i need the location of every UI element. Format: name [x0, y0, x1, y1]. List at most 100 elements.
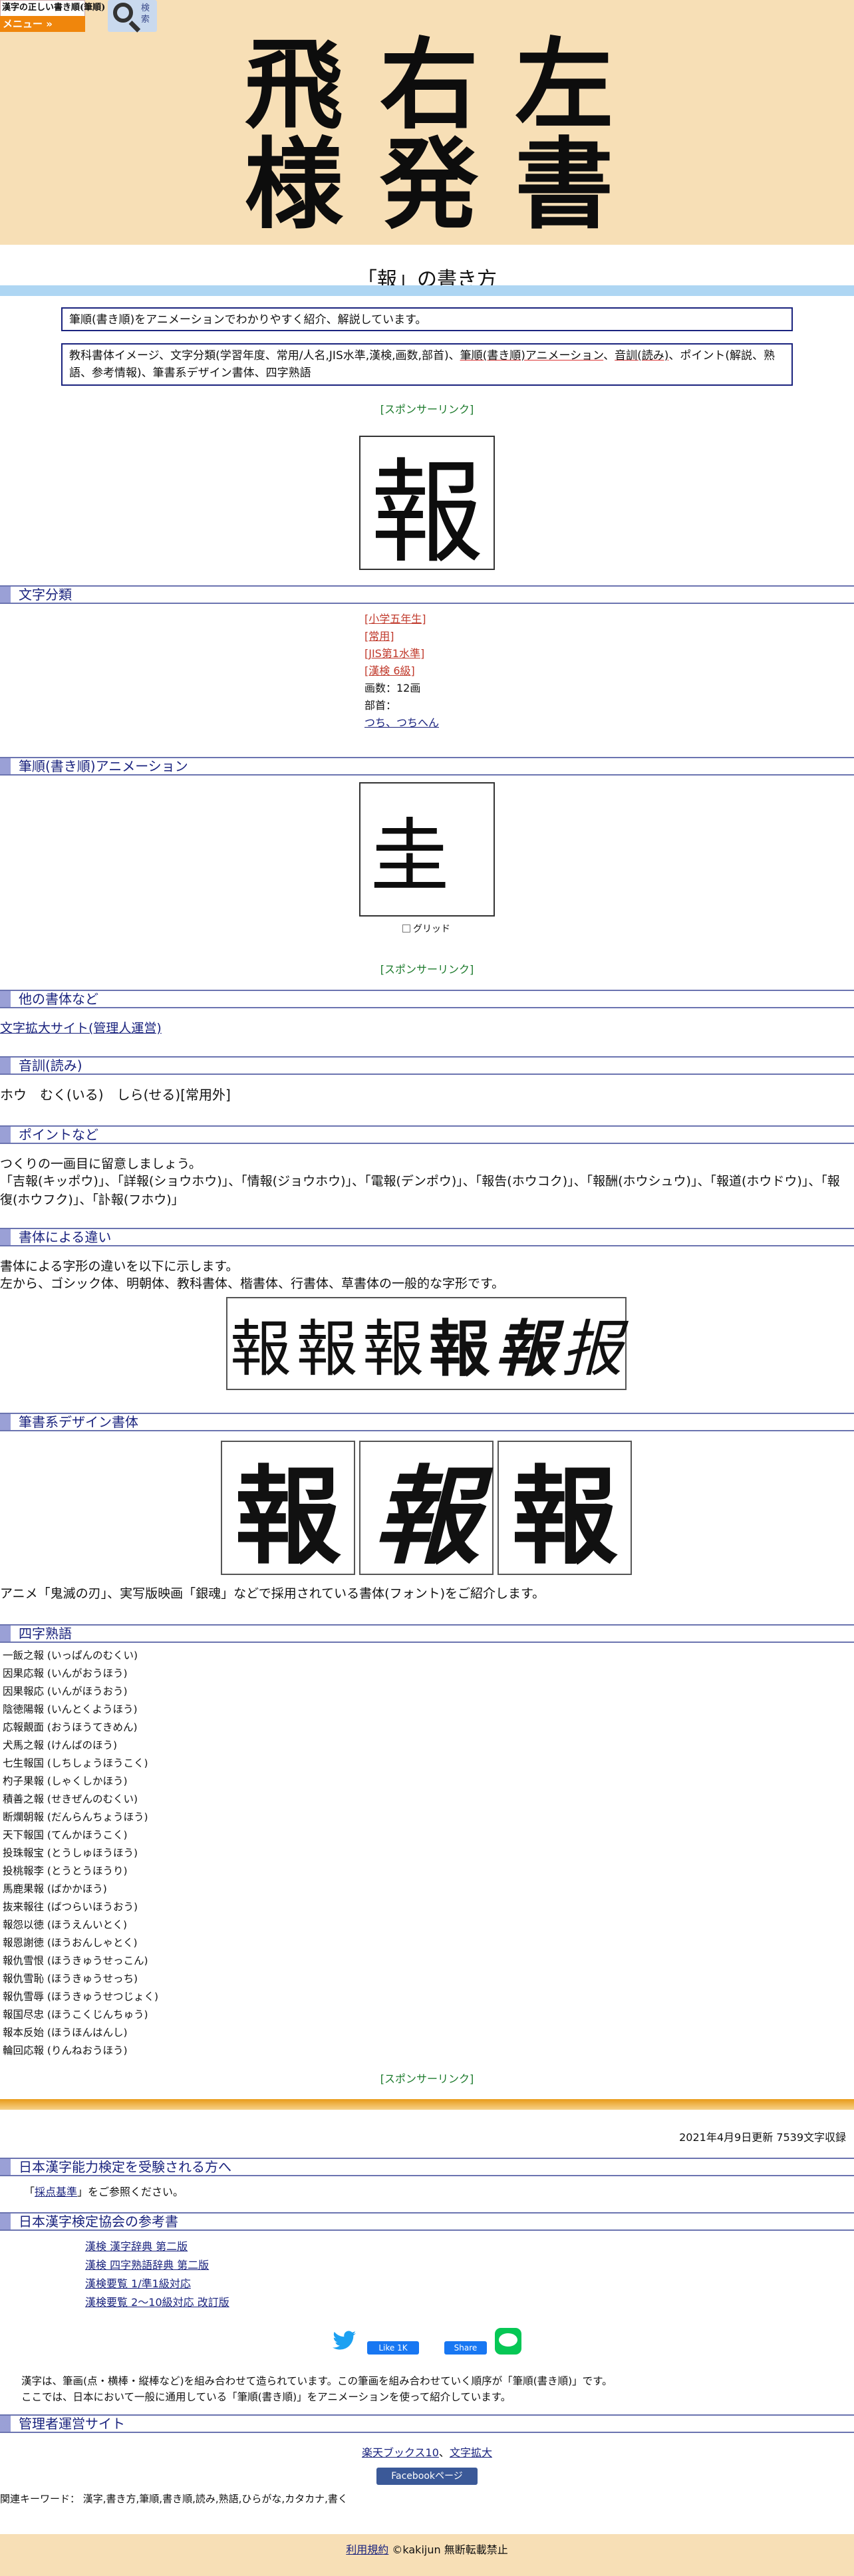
copyright: ©kakijun 無断転載禁止: [392, 2543, 508, 2556]
list-item: 抜来報往 (ばつらいほうおう): [3, 1901, 138, 1913]
book-link[interactable]: 漢検要覧 2〜10級対応 改訂版: [85, 2296, 229, 2309]
magnify-site-link[interactable]: 文字拡大サイト(管理人運営): [0, 1021, 162, 1036]
design-note: アニメ「鬼滅の刃」、実写版映画「銀魂」などで採用されている書体(フォント)をご紹…: [0, 1586, 545, 1601]
explanation-text: 漢字は、筆画(点・横棒・縦棒など)を組み合わせて造られています。この筆画を組み合…: [21, 2375, 613, 2403]
line-icon[interactable]: [495, 2328, 521, 2355]
list-item: 報本反始 (ほうほんはんし): [3, 2027, 128, 2039]
grid-label: グリッド: [413, 924, 450, 934]
stroke-count: 画数：12画: [364, 682, 421, 694]
list-item: 断爛朝報 (だんらんちょうほう): [3, 1811, 148, 1823]
search-button[interactable]: 検索: [108, 0, 157, 33]
banner-char: 左: [515, 27, 614, 142]
bushu-label: 部首：: [364, 699, 397, 712]
moji-kakudai-link[interactable]: 文字拡大: [450, 2446, 492, 2459]
sponsor-label: [スポンサーリンク]: [380, 2073, 474, 2085]
font-comparison-image: 報 報 報 報 報 报: [226, 1297, 627, 1390]
jis-link[interactable]: [JIS第1水準]: [364, 647, 424, 660]
list-item: 報国尽忠 (ほうこくじんちゅう): [3, 2009, 148, 2021]
design-font-2[interactable]: 報: [359, 1441, 494, 1579]
grid-toggle[interactable]: グリッド: [402, 922, 450, 935]
anchor-reading[interactable]: 音訓(読み): [615, 349, 668, 362]
section-points: ポイントなど: [0, 1125, 854, 1144]
design-fonts: 報 報 報: [221, 1441, 632, 1579]
banner-kanji: 飛 右 左 様 発 書: [226, 35, 632, 234]
footer-divider: [0, 2099, 854, 2110]
scoring-link[interactable]: 採点基準: [35, 2186, 77, 2198]
grid-checkbox[interactable]: [402, 925, 410, 932]
facebook-like-button[interactable]: Like 1K: [367, 2341, 419, 2355]
kyokasho-kanji-image: 報: [359, 436, 495, 579]
intro-summary: 筆順(書き順)をアニメーションでわかりやすく紹介、解説しています。: [61, 307, 793, 331]
font-diff-line2: 左から、ゴシック体、明朝体、教科書体、楷書体、行書体、草書体の一般的な字形です。: [0, 1276, 505, 1291]
update-info: 2021年4月9日更新 7539文字収録: [679, 2131, 846, 2144]
title-divider: [0, 285, 854, 296]
kanken-link[interactable]: [漢検 6級]: [364, 664, 415, 677]
section-kentei: 日本漢字能力検定を受験される方へ: [0, 2158, 854, 2176]
related-keywords: 関連キーワード： 漢字,書き方,筆順,書き順,読み,熟語,ひらがな,カタカナ,書…: [0, 2493, 348, 2505]
kyokasho-glyph: 報: [362, 1315, 424, 1383]
facebook-share-button[interactable]: Share: [444, 2341, 487, 2355]
section-design: 筆書系デザイン書体: [0, 1413, 854, 1431]
list-item: 天下報国 (てんかほうこく): [3, 1829, 128, 1841]
footer: 利用規約 ©kakijun 無断転載禁止: [0, 2534, 854, 2576]
list-item: 因果応報 (いんがおうほう): [3, 1667, 128, 1679]
section-yoji: 四字熟語: [0, 1624, 854, 1643]
list-item: 報仇雪恥 (ほうきゅうせっち): [3, 1973, 138, 1985]
section-books: 日本漢字検定協会の参考書: [0, 2212, 854, 2231]
sponsor-label: [スポンサーリンク]: [380, 403, 474, 416]
bushu-link[interactable]: つち、つちへん: [364, 716, 439, 729]
mincho-glyph: 報: [296, 1313, 358, 1385]
list-item: 報恩謝徳 (ほうおんしゃとく): [3, 1937, 138, 1949]
site-logo-text: 漢字の正しい書き順(筆順): [2, 3, 106, 13]
section-font-diff: 書体による違い: [0, 1228, 854, 1246]
list-item: 投珠報宝 (とうしゅほうほう): [3, 1847, 138, 1859]
grade-link[interactable]: [小学五年生]: [364, 613, 426, 625]
joyo-link[interactable]: [常用]: [364, 630, 394, 643]
stroke-order-animation[interactable]: 圭: [359, 782, 495, 917]
reading-text: ホウ むく(いる) しら(せる)[常用外]: [0, 1087, 231, 1103]
book-link[interactable]: 漢検 漢字辞典 第二版: [85, 2240, 188, 2253]
search-icon: [113, 3, 133, 23]
sosho-glyph: 报: [561, 1313, 623, 1385]
list-item: 輪回応報 (りんねおうほう): [3, 2045, 128, 2057]
list-item: 報仇雪恨 (ほうきゅうせっこん): [3, 1955, 148, 1967]
list-item: 因果報応 (いんがほうおう): [3, 1685, 128, 1697]
banner-char: 書: [515, 126, 614, 242]
list-item: 報怨以徳 (ほうえんいとく): [3, 1919, 128, 1931]
section-other-fonts: 他の書体など: [0, 990, 854, 1008]
rakuten-link[interactable]: 楽天ブックス10: [362, 2446, 439, 2459]
banner-char: 右: [379, 27, 478, 142]
gyosho-glyph: 報: [495, 1312, 557, 1385]
book-link[interactable]: 漢検 四字熟語辞典 第二版: [85, 2259, 209, 2271]
section-admin: 管理者運営サイト: [0, 2414, 854, 2433]
search-label: 検索: [141, 3, 150, 25]
admin-links: 楽天ブックス10、文字拡大: [362, 2446, 492, 2459]
list-item: 報仇雪辱 (ほうきゅうせつじょく): [3, 1991, 159, 2003]
list-item: 七生報国 (しちしょうほうこく): [3, 1757, 148, 1769]
design-font-3[interactable]: 報: [498, 1441, 632, 1579]
menu-button[interactable]: メニュー »: [0, 16, 85, 32]
intro-contents: 教科書体イメージ、文字分類(学習年度、常用/人名,JIS水準,漢検,画数,部首)…: [61, 343, 793, 386]
points-note: つくりの一画目に留意しましょう。: [0, 1157, 202, 1171]
banner-char: 飛: [244, 27, 343, 142]
list-item: 一飯之報 (いっぱんのむくい): [3, 1649, 138, 1661]
facebook-page-button[interactable]: Facebookページ: [376, 2468, 478, 2485]
points-words: 「吉報(キッポウ)」、「詳報(ショウホウ)」、「情報(ジョウホウ)」、「電報(デ…: [0, 1174, 840, 1207]
design-font-1[interactable]: 報: [221, 1441, 355, 1579]
section-animation: 筆順(書き順)アニメーション: [0, 757, 854, 776]
list-item: 投桃報李 (とうとうほうり): [3, 1865, 128, 1877]
sponsor-label: [スポンサーリンク]: [380, 963, 474, 976]
banner-char: 発: [379, 126, 478, 242]
section-classification: 文字分類: [0, 585, 854, 604]
gothic-glyph: 報: [229, 1313, 291, 1385]
book-link[interactable]: 漢検要覧 1/準1級対応: [85, 2277, 191, 2290]
list-item: 犬馬之報 (けんばのほう): [3, 1739, 118, 1751]
list-item: 馬鹿果報 (ばかかほう): [3, 1883, 107, 1895]
twitter-icon[interactable]: [333, 2331, 356, 2351]
list-item: 応報覿面 (おうほうてきめん): [3, 1721, 138, 1733]
terms-link[interactable]: 利用規約: [346, 2543, 388, 2556]
anchor-animation[interactable]: 筆順(書き順)アニメーション: [460, 349, 604, 362]
font-diff-line1: 書体による字形の違いを以下に示します。: [0, 1259, 239, 1274]
banner-char: 様: [244, 126, 343, 242]
kaisho-glyph: 報: [428, 1312, 490, 1385]
